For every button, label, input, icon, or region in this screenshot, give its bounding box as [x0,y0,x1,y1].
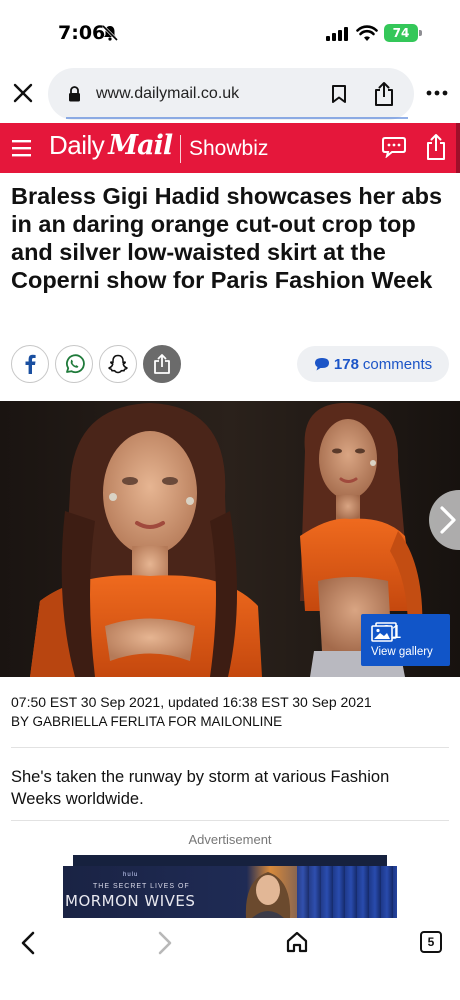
close-icon[interactable] [12,82,34,104]
site-header: Daily Mail Showbiz [0,123,460,173]
bookmark-icon[interactable] [331,84,347,104]
gallery-label: View gallery [371,646,433,658]
facebook-icon [25,354,36,374]
more-options-icon[interactable] [426,90,448,96]
home-icon[interactable] [285,930,309,954]
menu-icon[interactable] [11,136,33,160]
header-edge [456,123,460,173]
comments-button[interactable]: 178 comments [297,346,449,382]
comment-bubble-icon [314,358,329,371]
divider [11,747,449,748]
forward-icon[interactable] [153,930,175,956]
section-name[interactable]: Showbiz [189,137,268,161]
ad-portrait [245,872,291,918]
article-lead: She's taken the runway by storm at vario… [11,768,390,808]
url-text: www.dailymail.co.uk [96,85,240,102]
whatsapp-icon [66,354,85,374]
advertisement-label: Advertisement [188,832,272,847]
advertisement-banner[interactable]: hulu THE SECRET LIVES OF MORMON WIVES [63,866,397,918]
article-hero-image[interactable]: +31 View gallery [0,401,460,677]
ad-network: hulu [123,872,139,878]
gallery-count-line: +31 [371,622,402,643]
snapchat-share-button[interactable] [99,345,137,383]
status-bar: 7:06 74 [0,0,460,62]
browser-url-row: www.dailymail.co.uk [0,66,460,122]
share-icon [154,354,170,374]
view-gallery-button[interactable]: +31 View gallery [361,614,450,666]
divider [11,820,449,821]
gallery-photos-icon [371,622,397,642]
ad-title: MORMON WIVES [65,892,196,910]
cellular-signal-icon [326,27,348,41]
snapchat-icon [108,354,128,374]
comment-icon[interactable] [382,136,406,158]
ad-curtain-graphic [297,866,397,918]
battery-indicator: 74 [384,24,422,42]
lock-icon [69,86,80,102]
header-divider [180,135,181,163]
ad-subtitle: THE SECRET LIVES OF [93,883,190,890]
logo-mail: Mail [108,130,173,161]
status-time: 7:06 [58,22,106,44]
comments-count: 178 [333,355,359,373]
whatsapp-share-button[interactable] [55,345,93,383]
comments-label: comments [362,355,433,373]
share-icon[interactable] [425,133,447,161]
share-more-button[interactable] [143,345,181,383]
gallery-next-button[interactable] [429,490,460,550]
back-icon[interactable] [18,930,40,956]
article-headline: Braless Gigi Hadid showcases her abs in … [11,183,443,293]
bell-off-icon [101,24,119,42]
chevron-right-icon [440,506,456,534]
facebook-share-button[interactable] [11,345,49,383]
share-icon[interactable] [373,81,395,107]
article-date: 07:50 EST 30 Sep 2021, updated 16:38 EST… [11,694,372,710]
site-logo[interactable]: Daily Mail [49,130,173,161]
tabs-icon[interactable]: 5 [420,931,442,953]
browser-toolbar: 5 [0,920,460,1000]
address-bar[interactable]: www.dailymail.co.uk [48,68,414,120]
article-author[interactable]: By GABRIELLA FERLITA FOR MAILONLINE [11,714,282,729]
wifi-icon [356,25,378,41]
page-load-progress [66,117,408,119]
logo-daily: Daily [49,130,105,160]
